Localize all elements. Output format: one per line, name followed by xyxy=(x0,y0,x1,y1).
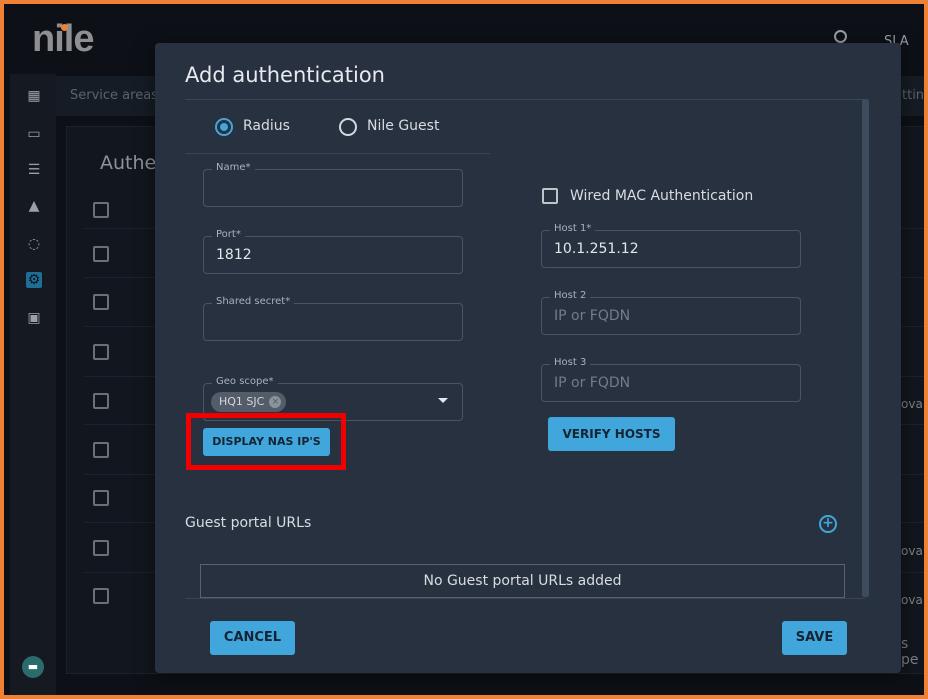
host3-field[interactable]: Host 3 IP or FQDN xyxy=(541,357,801,402)
wallet-icon[interactable]: ▣ xyxy=(26,310,42,326)
port-field[interactable]: Port* 1812 xyxy=(203,229,463,274)
service-areas-tab[interactable]: Service areas xyxy=(70,88,158,103)
field-label: Host 3 xyxy=(550,357,591,368)
scrollbar[interactable] xyxy=(862,99,869,597)
verify-hosts-button[interactable]: VERIFY HOSTS xyxy=(548,417,675,451)
add-authentication-dialog: Add authentication Radius Nile Guest Nam… xyxy=(155,43,901,673)
logo-dot xyxy=(61,24,68,31)
row-checkbox[interactable] xyxy=(93,442,109,458)
radio-button[interactable] xyxy=(339,118,357,136)
radio-nile-guest[interactable]: Nile Guest xyxy=(339,115,469,139)
footer-divider xyxy=(185,598,865,599)
row-checkbox[interactable] xyxy=(93,344,109,360)
host1-input[interactable]: 10.1.251.12 xyxy=(554,241,639,257)
host1-field[interactable]: Host 1* 10.1.251.12 xyxy=(541,223,801,268)
radio-label: Nile Guest xyxy=(367,118,440,134)
host3-input[interactable]: IP or FQDN xyxy=(554,375,630,391)
row-fragment: ova xyxy=(901,397,923,411)
field-label: Name* xyxy=(212,162,255,173)
highlight-annotation xyxy=(186,413,346,470)
row-checkbox[interactable] xyxy=(93,588,109,604)
row-fragment: ova xyxy=(901,544,923,558)
field-label: Host 2 xyxy=(550,290,591,301)
radio-button-selected[interactable] xyxy=(215,118,233,136)
empty-message: No Guest portal URLs added xyxy=(423,573,622,589)
server-icon[interactable]: ☰ xyxy=(26,162,42,178)
row-fragment: s pe xyxy=(901,636,919,668)
row-checkbox[interactable] xyxy=(93,540,109,556)
dropdown-arrow-icon[interactable] xyxy=(438,398,448,403)
devices-icon[interactable]: ▭ xyxy=(26,126,42,142)
title-divider xyxy=(185,99,865,100)
remove-chip-icon[interactable]: × xyxy=(269,396,282,408)
shared-secret-field[interactable]: Shared secret* xyxy=(203,296,463,341)
row-fragment: ova xyxy=(901,593,923,607)
row-checkbox[interactable] xyxy=(93,490,109,506)
row-checkbox[interactable] xyxy=(93,294,109,310)
host2-field[interactable]: Host 2 IP or FQDN xyxy=(541,290,801,335)
wired-mac-authentication-checkbox[interactable]: Wired MAC Authentication xyxy=(542,186,782,206)
radio-radius[interactable]: Radius xyxy=(215,115,325,139)
checkbox[interactable] xyxy=(542,188,558,204)
add-guest-portal-url-icon[interactable]: + xyxy=(819,515,837,533)
search-icon[interactable] xyxy=(834,30,847,43)
guest-portal-title: Guest portal URLs xyxy=(185,515,312,531)
field-label: Geo scope* xyxy=(212,376,278,387)
settings-tab[interactable]: ttin xyxy=(902,88,924,103)
radio-label: Radius xyxy=(243,118,290,134)
background-title: Authe xyxy=(100,152,157,174)
geo-scope-chip[interactable]: HQ1 SJC × xyxy=(211,392,287,412)
screenshot-frame: nile SLA ▦ ▭ ☰ ▲ ◌ ⚙ ▣ ▬ Service areas t… xyxy=(0,0,928,699)
host2-input[interactable]: IP or FQDN xyxy=(554,308,630,324)
radio-divider xyxy=(185,153,490,154)
save-button[interactable]: SAVE xyxy=(782,621,847,655)
refresh-icon[interactable]: ◌ xyxy=(26,236,42,252)
chip-label: HQ1 SJC xyxy=(219,395,265,408)
guest-portal-empty-box: No Guest portal URLs added xyxy=(200,564,845,598)
dashboard-icon[interactable]: ▦ xyxy=(26,88,42,104)
sidebar: ▦ ▭ ☰ ▲ ◌ ⚙ ▣ ▬ xyxy=(10,74,56,695)
checkbox-label: Wired MAC Authentication xyxy=(570,188,754,204)
cancel-button[interactable]: CANCEL xyxy=(210,621,295,655)
row-checkbox[interactable] xyxy=(93,393,109,409)
chat-icon[interactable]: ▬ xyxy=(22,656,44,678)
row-checkbox[interactable] xyxy=(93,202,109,218)
field-label: Port* xyxy=(212,229,245,240)
field-label: Shared secret* xyxy=(212,296,295,307)
alert-icon[interactable]: ▲ xyxy=(26,198,42,214)
name-field[interactable]: Name* xyxy=(203,162,463,207)
port-input[interactable]: 1812 xyxy=(216,247,252,263)
field-label: Host 1* xyxy=(550,223,596,234)
row-checkbox[interactable] xyxy=(93,246,109,262)
dialog-title: Add authentication xyxy=(185,63,385,87)
settings-icon[interactable]: ⚙ xyxy=(26,272,42,288)
